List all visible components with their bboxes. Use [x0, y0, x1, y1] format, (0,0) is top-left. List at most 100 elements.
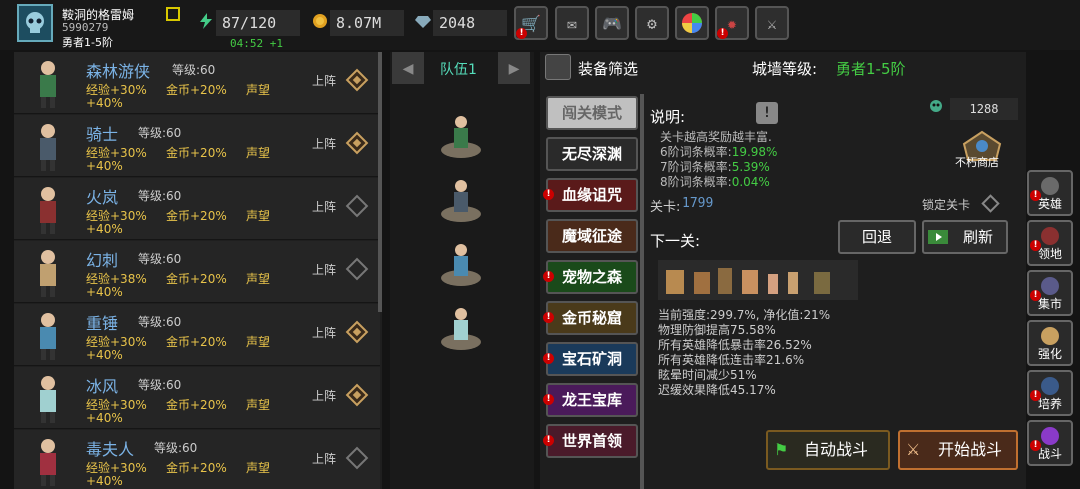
hero-row-forest-ranger[interactable]: 森林游侠 等级:60 经验+30% 金币+20% 声望 +40% 上阵 — [14, 52, 380, 114]
hero-row-fire-storm[interactable]: 火岚 等级:60 经验+30% 金币+20% 声望 +40% 上阵 — [14, 178, 380, 240]
hero-fame-label: 声望 — [246, 146, 271, 160]
hero-fame-label: 声望 — [246, 83, 271, 97]
hero-level: 等级:60 — [154, 441, 198, 455]
prev-team-button[interactable]: ◀ — [392, 52, 424, 84]
double-right-arrow-icon: ▶ — [508, 57, 520, 79]
mail-button[interactable]: ✉ — [555, 6, 589, 40]
hero-fame-bonus: +40% — [86, 348, 123, 362]
hero-deploy-toggle[interactable] — [345, 194, 369, 218]
lock-stage-toggle[interactable] — [981, 194, 1000, 213]
alert-icon: ! — [1030, 390, 1041, 401]
hero-deploy-toggle[interactable] — [345, 257, 369, 281]
mode-stage-mode-button[interactable]: 闯关模式 — [546, 96, 638, 130]
hero-level: 等级:60 — [138, 315, 182, 329]
gamepad-icon: 🎮 — [602, 13, 622, 33]
player-id: 5990279 — [62, 21, 109, 34]
tier8-label: 8阶词条概率: — [660, 175, 732, 189]
settings-button[interactable]: ⚙ — [635, 6, 669, 40]
hero-list-scrollbar[interactable] — [378, 52, 382, 312]
hero-portrait-icon — [40, 61, 56, 108]
hero-level: 等级:60 — [172, 63, 216, 77]
wall-level-label: 城墙等级: — [752, 60, 818, 78]
next-team-button[interactable]: ▶ — [498, 52, 530, 84]
hero-deploy-toggle[interactable] — [345, 446, 369, 470]
tier6-label: 6阶词条概率: — [660, 145, 732, 159]
stage-panel: 装备筛选 城墙等级: 勇者1-5阶 闯关模式无尽深渊血缘诅咒! 魔域征途宠物之森!… — [540, 52, 1026, 489]
lucky-wheel-button[interactable] — [675, 6, 709, 40]
immortal-shop-label[interactable]: 不朽商店 — [955, 154, 999, 170]
hero-deploy-toggle[interactable] — [345, 320, 369, 344]
hero-row-phantom-assassin[interactable]: 幻刺 等级:60 经验+38% 金币+20% 声望 +40% 上阵 — [14, 241, 380, 303]
next-stage-label: 下一关: — [650, 232, 701, 250]
hero-portrait-icon — [40, 250, 56, 297]
alert-icon: ! — [1030, 240, 1041, 251]
alert-icon: ! — [543, 271, 554, 282]
energy-timer: 04:52 +1 — [230, 37, 283, 50]
hero-row-poison-lady[interactable]: 毒夫人 等级:60 经验+30% 金币+20% 声望 +40% 上阵 — [14, 430, 380, 489]
hero-deploy-label: 上阵 — [312, 74, 337, 88]
alert-icon: ! — [543, 435, 554, 446]
hero-on-pedestal-icon — [441, 116, 481, 158]
skull-icon — [26, 12, 44, 33]
hero-deploy-label: 上阵 — [312, 137, 337, 151]
team-slot-forest-ranger[interactable] — [436, 110, 486, 160]
crossed-swords-icon: ⚔ — [767, 13, 777, 33]
mode-demon-journey-button[interactable]: 魔域征途 — [546, 219, 638, 253]
mode-pet-forest-button[interactable]: 宠物之森 — [546, 260, 638, 294]
auto-battle-button[interactable]: ⚑ 自动战斗 — [766, 430, 890, 470]
hero-deploy-toggle[interactable] — [345, 68, 369, 92]
info-hint-icon[interactable]: ! — [756, 102, 778, 124]
mode-gem-mine-button[interactable]: 宝石矿洞 — [546, 342, 638, 376]
team-slot-knight[interactable] — [436, 174, 486, 224]
start-battle-button[interactable]: ⚔ 开始战斗 — [898, 430, 1018, 470]
filter-button[interactable] — [545, 54, 571, 80]
team-slot-heavy-hammer[interactable] — [436, 238, 486, 288]
tier8-rate: 8阶词条概率:0.04% — [660, 173, 770, 190]
double-left-arrow-icon: ◀ — [402, 57, 414, 79]
hero-row-ice-wind[interactable]: 冰风 等级:60 经验+30% 金币+20% 声望 +40% 上阵 — [14, 367, 380, 429]
hero-row-heavy-hammer[interactable]: 重锤 等级:60 经验+30% 金币+20% 声望 +40% 上阵 — [14, 304, 380, 366]
team-panel: ◀ 队伍1 ▶ — [390, 52, 534, 489]
hero-deploy-label: 上阵 — [312, 389, 337, 403]
tier7-value: 5.39% — [731, 160, 770, 174]
team-slot-ice-wind[interactable] — [436, 302, 486, 352]
crossed-swords-button[interactable]: ⚔ — [755, 6, 789, 40]
mode-endless-abyss-button[interactable]: 无尽深渊 — [546, 137, 638, 171]
team-header: ◀ 队伍1 ▶ — [390, 52, 534, 86]
hero-gold-bonus: 金币+20% — [166, 461, 227, 475]
mode-list-scrollbar[interactable] — [640, 94, 644, 489]
gems-stat: 2048 — [433, 10, 507, 36]
mode-blood-curse-button[interactable]: 血缘诅咒 — [546, 178, 638, 212]
gem-icon — [415, 16, 431, 28]
mode-dragon-treasury-button[interactable]: 龙王宝库 — [546, 383, 638, 417]
edit-name-icon[interactable] — [166, 7, 180, 21]
hero-fame-bonus: +40% — [86, 285, 123, 299]
wall-level-value: 勇者1-5阶 — [836, 60, 906, 78]
hero-row-knight[interactable]: 骑士 等级:60 经验+30% 金币+20% 声望 +40% 上阵 — [14, 115, 380, 177]
nav-enhance-button[interactable]: 强化 — [1027, 320, 1073, 366]
top-bar: 鞍洞的格雷姆 5990279 勇者1-5阶 87/120 04:52 +1 8.… — [0, 0, 1080, 50]
hero-deploy-toggle[interactable] — [345, 383, 369, 407]
hero-list: 森林游侠 等级:60 经验+30% 金币+20% 声望 +40% 上阵 骑士 等级:60 经验+3… — [14, 52, 382, 489]
hero-deploy-toggle[interactable] — [345, 131, 369, 155]
back-button[interactable]: 回退 — [838, 220, 916, 254]
hero-portrait-icon — [40, 376, 56, 423]
mode-world-boss-button[interactable]: 世界首领 — [546, 424, 638, 458]
mode-gold-cave-button[interactable]: 金币秘窟 — [546, 301, 638, 335]
hero-fame-bonus: +40% — [86, 222, 123, 236]
filter-label[interactable]: 装备筛选 — [578, 58, 638, 79]
color-wheel-icon — [682, 13, 702, 33]
enemy-sprites-icon — [666, 268, 830, 294]
video-ad-icon — [928, 230, 948, 244]
alert-icon: ! — [543, 312, 554, 323]
refresh-label: 刷新 — [962, 228, 993, 246]
hero-portrait-icon — [40, 313, 56, 360]
gamepad-button[interactable]: 🎮 — [595, 6, 629, 40]
hero-name: 冰风 — [86, 377, 119, 396]
hero-deploy-label: 上阵 — [312, 326, 337, 340]
alert-icon: ! — [543, 394, 554, 405]
hero-name: 骑士 — [86, 125, 119, 144]
hero-fame-bonus: +40% — [86, 474, 123, 488]
player-avatar[interactable] — [17, 4, 53, 42]
hero-name: 毒夫人 — [86, 440, 135, 459]
